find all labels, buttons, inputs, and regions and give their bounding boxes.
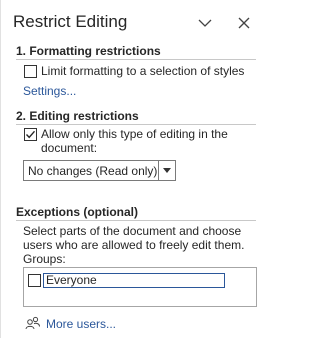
limit-formatting-label: Limit formatting to a selection of style… xyxy=(41,64,245,78)
close-icon xyxy=(238,17,250,29)
allow-editing-label-line2: document: xyxy=(41,141,98,155)
section-divider xyxy=(16,220,256,221)
task-pane-options-button[interactable] xyxy=(194,12,216,34)
close-button[interactable] xyxy=(233,12,255,34)
more-users-link[interactable]: More users... xyxy=(46,317,116,331)
editing-type-dropdown[interactable]: No changes (Read only) xyxy=(23,160,176,181)
pane-title: Restrict Editing xyxy=(13,12,128,31)
allow-editing-label-line1: Allow only this type of editing in the xyxy=(41,127,228,141)
group-everyone-checkbox[interactable] xyxy=(28,274,41,287)
limit-formatting-checkbox[interactable] xyxy=(24,65,37,78)
exceptions-description-line2: users who are allowed to freely edit the… xyxy=(23,238,245,252)
checkmark-icon xyxy=(25,130,36,139)
group-everyone-item[interactable]: Everyone xyxy=(43,273,225,288)
editing-type-selected-value: No changes (Read only) xyxy=(28,164,158,178)
restrict-editing-pane: Restrict Editing 1. Formatting restricti… xyxy=(0,0,269,338)
section-divider xyxy=(16,124,256,125)
exceptions-heading: Exceptions (optional) xyxy=(16,205,139,219)
groups-list[interactable]: Everyone xyxy=(23,267,257,307)
settings-link[interactable]: Settings... xyxy=(23,84,76,98)
editing-restrictions-heading: 2. Editing restrictions xyxy=(16,109,139,123)
chevron-down-icon xyxy=(198,19,212,27)
allow-editing-type-checkbox[interactable] xyxy=(24,128,37,141)
formatting-restrictions-heading: 1. Formatting restrictions xyxy=(16,44,161,58)
groups-label: Groups: xyxy=(23,252,66,266)
triangle-down-icon xyxy=(163,168,171,173)
dropdown-arrow-button[interactable] xyxy=(158,161,175,180)
more-users-button[interactable]: More users... xyxy=(25,316,125,332)
section-divider xyxy=(16,59,256,60)
exceptions-description-line1: Select parts of the document and choose xyxy=(23,224,242,238)
users-icon xyxy=(25,316,40,330)
